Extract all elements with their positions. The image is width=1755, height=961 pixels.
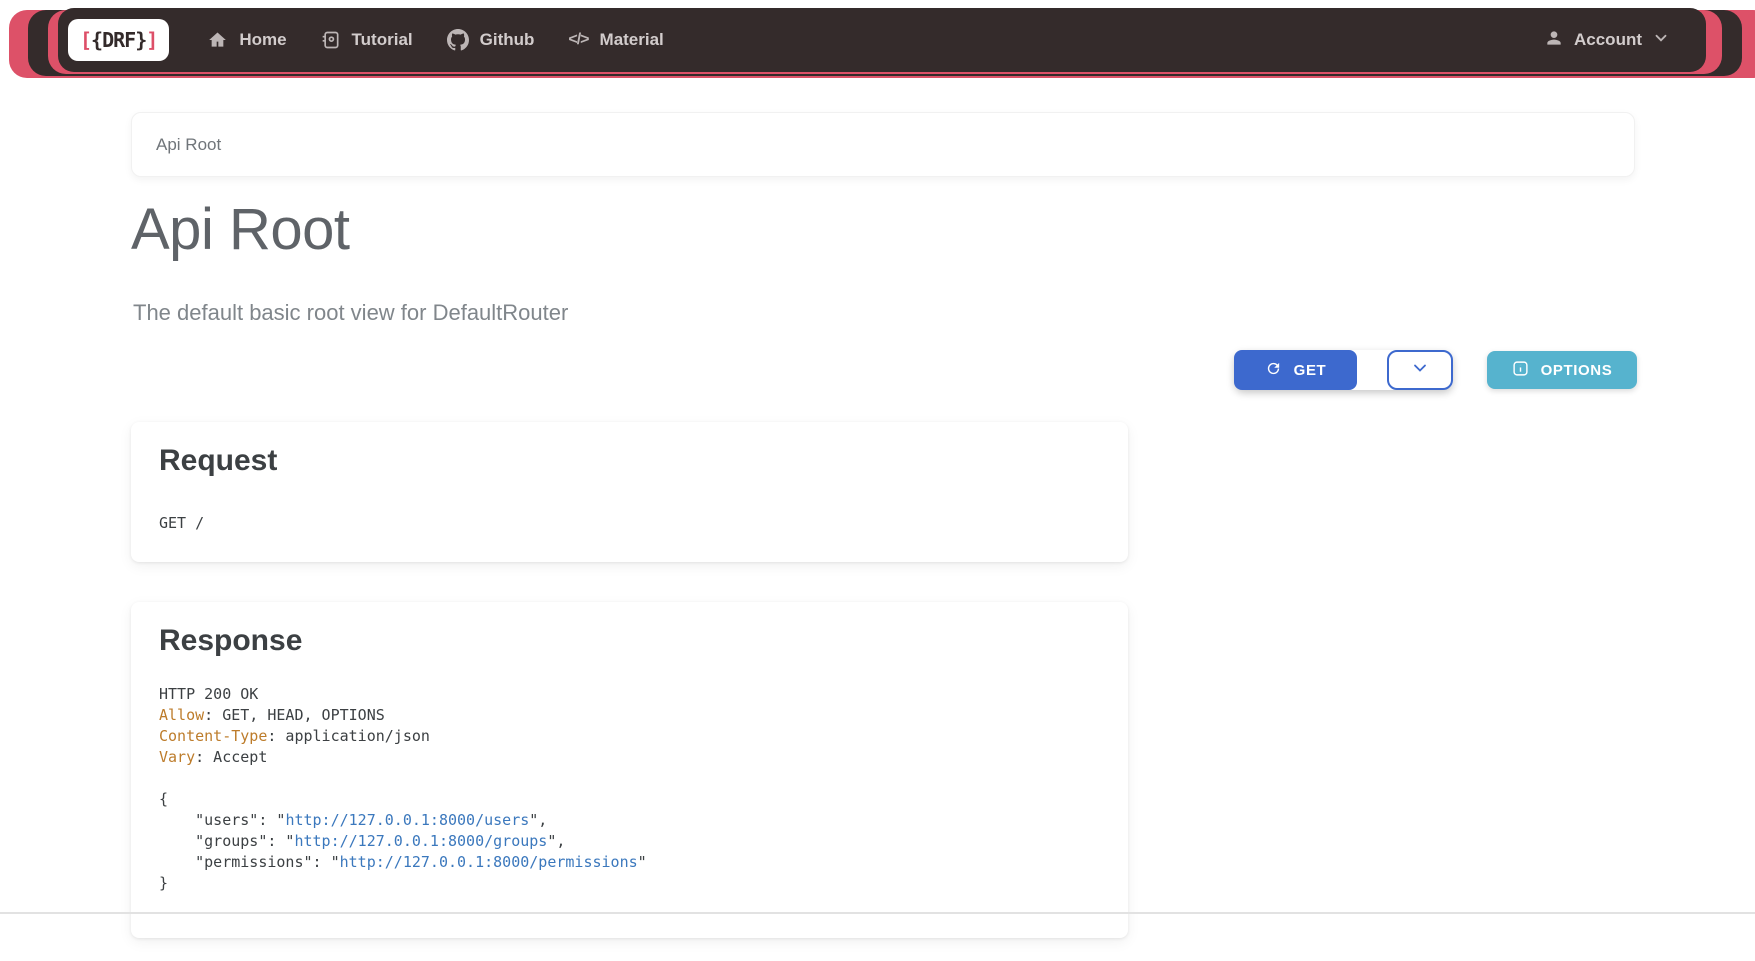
nav-item-home[interactable]: Home [207, 30, 286, 50]
breadcrumb-item-api-root[interactable]: Api Root [156, 135, 221, 155]
breadcrumb: Api Root [131, 112, 1635, 177]
home-icon [207, 30, 228, 50]
request-card: Request GET / [131, 422, 1128, 562]
options-button-label: OPTIONS [1541, 362, 1613, 379]
chevron-down-icon [1652, 29, 1670, 52]
response-code: HTTP 200 OK Allow: GET, HEAD, OPTIONS Cont… [159, 684, 1100, 894]
code-text: } [159, 874, 168, 892]
response-heading: Response [131, 602, 1128, 658]
logo-left-bracket: [ [80, 28, 91, 52]
request-line: GET / [159, 514, 1100, 532]
nav-item-label: Material [600, 30, 664, 50]
code-text: Content-Type [159, 727, 267, 745]
logo-right-bracket: ] [146, 28, 157, 52]
code-text: Vary [159, 748, 195, 766]
code-text: HTTP 200 OK [159, 685, 258, 703]
github-icon [447, 29, 469, 51]
code-text: : application/json [267, 727, 430, 745]
code-text: "groups": " [159, 832, 294, 850]
request-heading: Request [131, 422, 1128, 478]
page-title: Api Root [131, 196, 349, 263]
code-text: ", [547, 832, 565, 850]
get-button-label: GET [1294, 362, 1327, 379]
logo-core: {DRF} [91, 28, 146, 52]
chevron-down-icon [1410, 358, 1430, 382]
account-label: Account [1574, 30, 1642, 50]
response-url-link[interactable]: http://127.0.0.1:8000/users [285, 811, 529, 829]
code-text: "users": " [159, 811, 285, 829]
nav-item-label: Github [480, 30, 535, 50]
code-text: : Accept [195, 748, 267, 766]
response-url-link[interactable]: http://127.0.0.1:8000/permissions [340, 853, 638, 871]
refresh-icon [1265, 360, 1282, 381]
page: [{DRF}] Home Tutorial [0, 0, 1755, 961]
code-icon: </> [568, 31, 588, 49]
tutorial-icon [321, 30, 341, 50]
account-menu[interactable]: Account [1544, 28, 1670, 53]
nav-item-label: Tutorial [352, 30, 413, 50]
code-text: { [159, 790, 168, 808]
code-text: "permissions": " [159, 853, 340, 871]
options-button[interactable]: OPTIONS [1487, 351, 1637, 389]
nav-item-tutorial[interactable]: Tutorial [321, 30, 413, 50]
code-text: " [638, 853, 647, 871]
nav-item-github[interactable]: Github [447, 29, 535, 51]
get-button[interactable]: GET [1234, 350, 1357, 390]
response-url-link[interactable]: http://127.0.0.1:8000/groups [294, 832, 547, 850]
get-format-dropdown-button[interactable] [1387, 350, 1453, 390]
nav-item-label: Home [239, 30, 286, 50]
code-text: ", [529, 811, 547, 829]
response-card: Response HTTP 200 OK Allow: GET, HEAD, OP… [131, 602, 1128, 938]
info-icon [1512, 360, 1529, 381]
navbar: [{DRF}] Home Tutorial [58, 8, 1706, 72]
drf-logo[interactable]: [{DRF}] [68, 19, 169, 61]
bottom-divider [0, 912, 1755, 914]
get-button-group: GET [1234, 350, 1453, 390]
nav-links: Home Tutorial Github [207, 29, 663, 51]
nav-item-material[interactable]: </> Material [568, 30, 663, 50]
page-subtitle: The default basic root view for DefaultR… [133, 300, 568, 326]
code-text: : GET, HEAD, OPTIONS [204, 706, 385, 724]
code-text: Allow [159, 706, 204, 724]
person-icon [1544, 28, 1564, 53]
